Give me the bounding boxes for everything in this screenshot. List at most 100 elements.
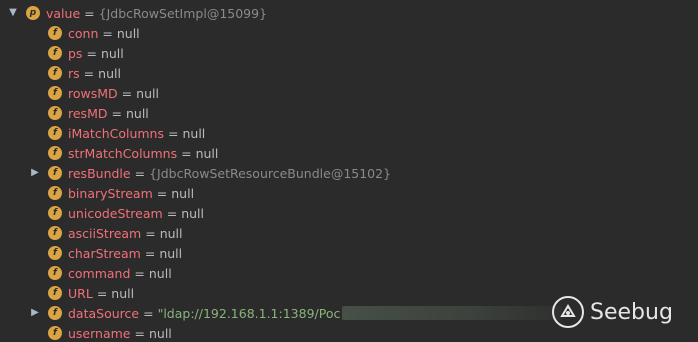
field-row[interactable]: f charStream = null (28, 243, 698, 263)
field-name: charStream (68, 245, 141, 261)
field-icon: f (48, 306, 62, 320)
field-value: null (125, 105, 149, 121)
field-icon: f (48, 46, 62, 60)
equals-sign: = (83, 65, 95, 81)
field-value: null (181, 205, 204, 221)
field-name: rs (68, 65, 80, 81)
equals-sign: = (166, 205, 178, 221)
field-row[interactable]: f asciiStream = null (28, 223, 698, 243)
equals-sign: = (145, 225, 156, 241)
field-name: resBundle (68, 165, 131, 181)
field-value: null (116, 25, 140, 41)
field-icon: f (48, 286, 62, 300)
variable-row-value[interactable]: ▼ p value = {JdbcRowSetImpl@15099} (6, 3, 698, 23)
field-row[interactable]: f rowsMD = null (28, 83, 698, 103)
field-value: null (195, 145, 219, 161)
equals-sign: = (96, 285, 108, 301)
field-value: null (159, 225, 183, 241)
field-value: null (98, 65, 121, 81)
chevron-down-icon[interactable]: ▼ (6, 6, 20, 20)
field-value: null (136, 85, 159, 101)
field-value: null (182, 125, 206, 141)
field-icon: f (48, 26, 62, 40)
debugger-variables-panel: ▼ p value = {JdbcRowSetImpl@15099} f conn… (0, 0, 698, 342)
field-icon: f (48, 206, 62, 220)
field-row[interactable]: f conn = null (28, 23, 698, 43)
field-value: null (159, 245, 183, 261)
field-value: null (171, 185, 195, 201)
field-icon: f (48, 266, 62, 280)
field-value: null (148, 265, 172, 281)
field-icon: f (48, 226, 62, 240)
field-name: asciiStream (68, 225, 142, 241)
field-value: "ldap://192.168.1.1:1389/Poc (157, 305, 341, 321)
field-row[interactable]: f strMatchColumns = null (28, 143, 698, 163)
field-name: ps (68, 45, 83, 61)
field-icon: f (48, 146, 62, 160)
watermark-text: Seebug (590, 299, 673, 325)
seebug-logo-icon (552, 296, 584, 328)
field-name: iMatchColumns (68, 125, 164, 141)
field-icon: f (48, 186, 62, 200)
equals-sign: = (143, 305, 154, 321)
field-name: binaryStream (68, 185, 153, 201)
field-name: URL (68, 285, 93, 301)
field-row[interactable]: f command = null (28, 263, 698, 283)
equals-sign: = (181, 145, 192, 161)
field-row[interactable]: f unicodeStream = null (28, 203, 698, 223)
field-row[interactable]: f rs = null (28, 63, 698, 83)
property-icon: p (26, 6, 40, 20)
chevron-right-icon[interactable]: ▶ (28, 166, 42, 180)
field-name: username (68, 325, 131, 341)
field-name: resMD (68, 105, 108, 121)
equals-sign: = (84, 5, 95, 21)
field-row[interactable]: f resMD = null (28, 103, 698, 123)
field-value: {JdbcRowSetResourceBundle@15102} (149, 165, 392, 181)
field-row[interactable]: ▶ f resBundle = {JdbcRowSetResourceBundle@15… (28, 163, 698, 183)
equals-sign: = (86, 45, 97, 61)
equals-sign: = (134, 165, 146, 181)
chevron-right-icon[interactable]: ▶ (28, 306, 42, 320)
field-icon: f (48, 246, 62, 260)
equals-sign: = (111, 105, 122, 121)
equals-sign: = (144, 245, 156, 261)
field-icon: f (48, 106, 62, 120)
field-name: strMatchColumns (68, 145, 178, 161)
equals-sign: = (134, 265, 145, 281)
field-row[interactable]: f binaryStream = null (28, 183, 698, 203)
equals-sign: = (121, 85, 133, 101)
field-value: null (148, 325, 172, 341)
field-name: unicodeStream (68, 205, 163, 221)
field-row[interactable]: f iMatchColumns = null (28, 123, 698, 143)
field-row[interactable]: f ps = null (28, 43, 698, 63)
field-name: dataSource (68, 305, 140, 321)
equals-sign: = (168, 125, 179, 141)
field-name: conn (68, 25, 99, 41)
equals-sign: = (134, 325, 145, 341)
field-icon: f (48, 166, 62, 180)
watermark-logo: Seebug (552, 294, 673, 330)
variable-name: value (46, 5, 81, 21)
field-icon: f (48, 86, 62, 100)
equals-sign: = (156, 185, 168, 201)
field-icon: f (48, 66, 62, 80)
field-name: rowsMD (68, 85, 118, 101)
field-name: command (68, 265, 131, 281)
field-value: null (100, 45, 124, 61)
field-icon: f (48, 126, 62, 140)
redacted-value-blur (342, 306, 563, 320)
